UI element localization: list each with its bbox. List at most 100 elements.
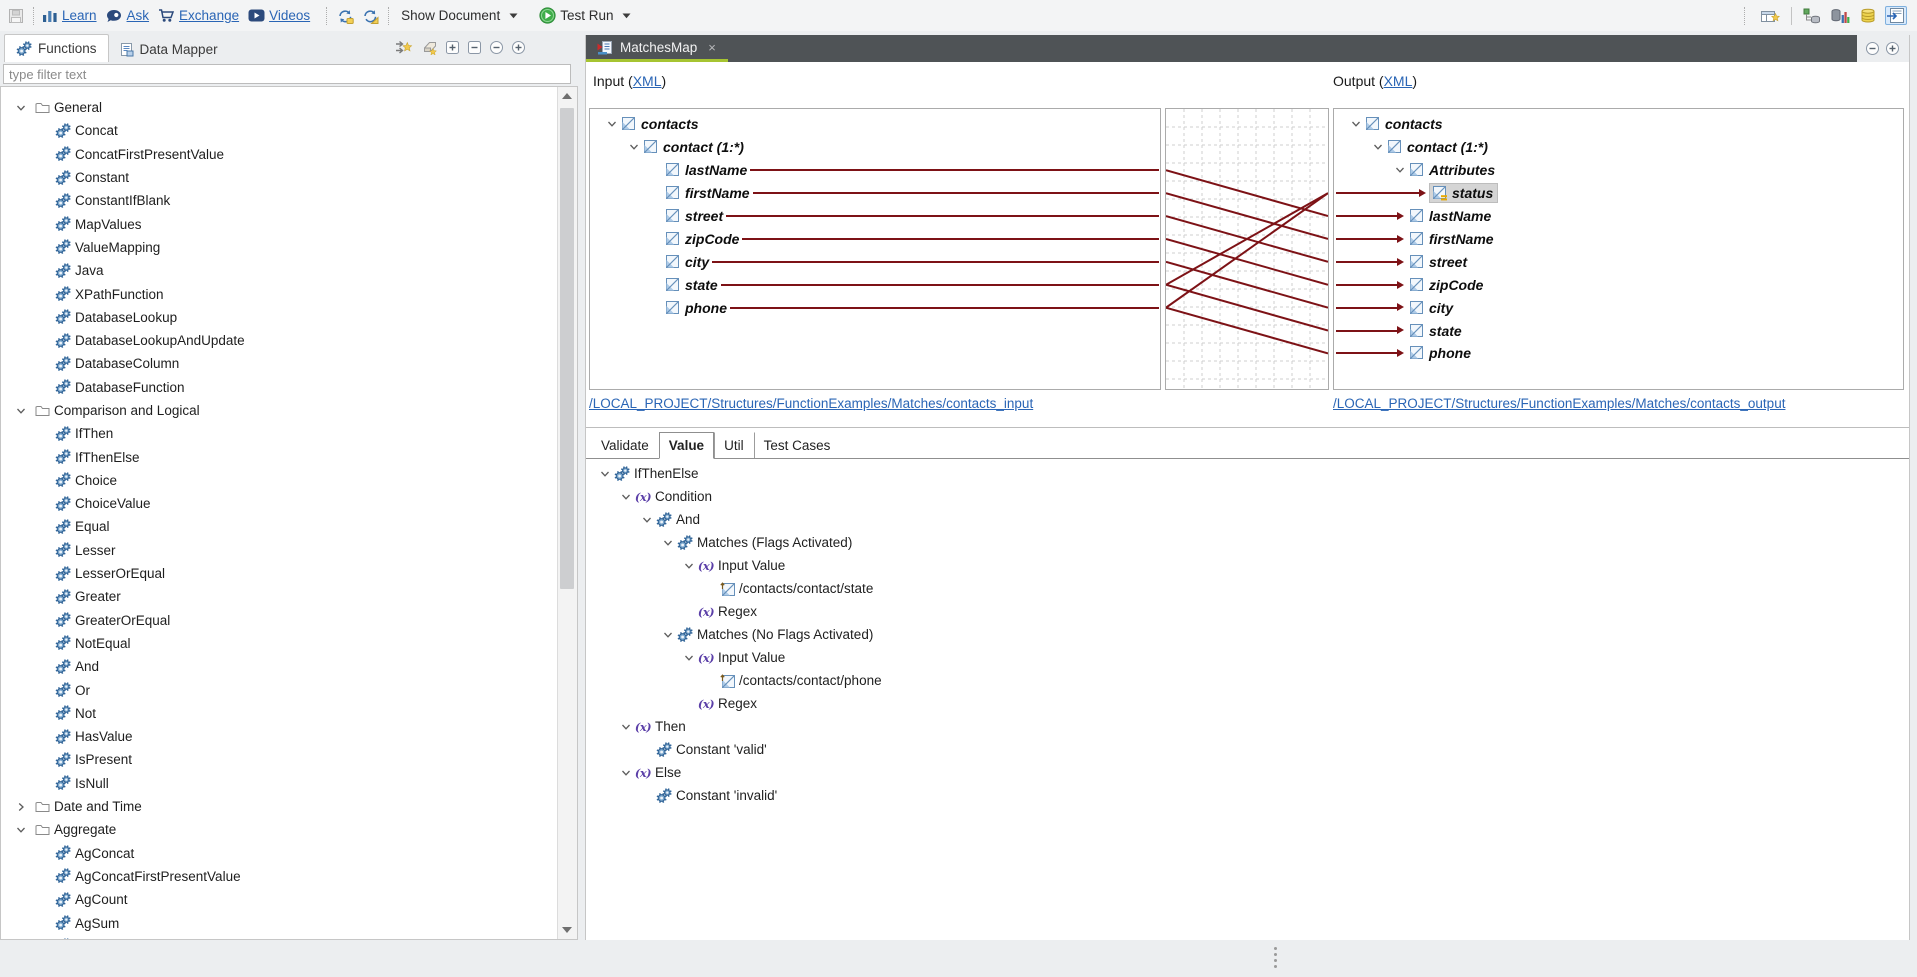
tree-row-ifthenelse[interactable]: IfThenElse <box>1 445 577 468</box>
ask-link-label[interactable]: Ask <box>127 8 150 23</box>
clear-icon[interactable] <box>420 40 438 55</box>
output-structure-link[interactable]: /LOCAL_PROJECT/Structures/FunctionExampl… <box>1333 396 1785 411</box>
tree-row-databasefunction[interactable]: DatabaseFunction <box>1 376 577 399</box>
tree-row-state[interactable]: state <box>1335 319 1902 342</box>
tree-row-lesser[interactable]: Lesser <box>1 539 577 562</box>
tree-row-constant-valid-[interactable]: Constant 'valid' <box>586 738 1909 761</box>
tree-row-agconcat[interactable]: AgConcat <box>1 842 577 865</box>
tree-row-city[interactable]: city <box>1335 296 1902 319</box>
tree-row-notequal[interactable]: NotEqual <box>1 632 577 655</box>
tree-row-phone[interactable]: phone <box>1335 342 1902 365</box>
tree-row-lastname[interactable]: lastName <box>591 159 1159 182</box>
chevron-down-icon[interactable] <box>1347 119 1364 129</box>
editor-tab-matchesmap[interactable]: MatchesMap × <box>586 35 727 59</box>
tree-row-java[interactable]: Java <box>1 259 577 282</box>
tree-row-comparison-and-logical[interactable]: Comparison and Logical <box>1 399 577 422</box>
chevron-down-icon[interactable] <box>596 469 613 479</box>
tree-row--contacts-contact-phone[interactable]: /contacts/contact/phone <box>586 669 1909 692</box>
tree-row-and[interactable]: And <box>1 655 577 678</box>
chevron-down-icon[interactable] <box>617 722 634 732</box>
scroll-down-icon[interactable] <box>562 927 572 933</box>
tree-database-icon[interactable] <box>1801 6 1823 26</box>
tree-row-regex[interactable]: (x)Regex <box>586 600 1909 623</box>
minimize-view-icon[interactable] <box>1865 41 1880 56</box>
tree-row-input-value[interactable]: (x)Input Value <box>586 554 1909 577</box>
tree-row-lesserorequal[interactable]: LesserOrEqual <box>1 562 577 585</box>
tree-row-ifthenelse[interactable]: IfThenElse <box>586 462 1909 485</box>
chevron-down-icon[interactable] <box>9 825 33 835</box>
mapping-lines-canvas[interactable] <box>1165 108 1329 390</box>
tree-row-contacts[interactable]: contacts <box>591 113 1159 136</box>
tree-row-lastname[interactable]: lastName <box>1335 205 1902 228</box>
tree-row-greater[interactable]: Greater <box>1 585 577 608</box>
tab-util[interactable]: Util <box>714 432 754 458</box>
chevron-down-icon[interactable] <box>638 515 655 525</box>
tree-row-concatfirstpresentvalue[interactable]: ConcatFirstPresentValue <box>1 143 577 166</box>
tree-row-ispresent[interactable]: IsPresent <box>1 748 577 771</box>
tree-row-not[interactable]: Not <box>1 702 577 725</box>
tree-row-contact-1-[interactable]: contact (1:*) <box>1335 136 1902 159</box>
chevron-down-icon[interactable] <box>1369 142 1386 152</box>
sync-project-icon[interactable] <box>335 6 356 26</box>
tree-row-date-and-time[interactable]: Date and Time <box>1 795 577 818</box>
maximize-view-icon[interactable] <box>511 40 526 55</box>
sync-all-icon[interactable] <box>360 6 381 26</box>
chevron-down-icon[interactable] <box>1391 165 1408 175</box>
scrollbar-thumb[interactable] <box>560 108 574 589</box>
tree-row-and[interactable]: And <box>586 508 1909 531</box>
scroll-up-icon[interactable] <box>562 93 572 99</box>
tree-row-contacts[interactable]: contacts <box>1335 113 1902 136</box>
expand-all-icon[interactable] <box>445 40 460 55</box>
chevron-down-icon[interactable] <box>625 142 642 152</box>
output-xml-link[interactable]: XML <box>1384 73 1413 89</box>
save-icon[interactable] <box>6 6 26 26</box>
exchange-link[interactable]: Exchange <box>158 8 239 23</box>
tree-row-aggregate[interactable]: Aggregate <box>1 818 577 841</box>
ask-link[interactable]: Ask <box>106 8 150 23</box>
tree-row-matches-no-flags-activated-[interactable]: Matches (No Flags Activated) <box>586 623 1909 646</box>
tree-row-zipcode[interactable]: zipCode <box>591 228 1159 251</box>
chevron-down-icon[interactable] <box>617 768 634 778</box>
chevron-down-icon[interactable] <box>9 103 33 113</box>
videos-link-label[interactable]: Videos <box>269 8 310 23</box>
database-star-icon[interactable] <box>1858 6 1879 26</box>
tree-row-matches-flags-activated-[interactable]: Matches (Flags Activated) <box>586 531 1909 554</box>
tree-row-phone[interactable]: phone <box>591 296 1159 319</box>
learn-link-label[interactable]: Learn <box>62 8 97 23</box>
tree-row-street[interactable]: street <box>591 205 1159 228</box>
tree-row-choice[interactable]: Choice <box>1 469 577 492</box>
chevron-down-icon[interactable] <box>9 406 33 416</box>
tree-row-agcount[interactable]: AgCount <box>1 888 577 911</box>
tree-row-status[interactable]: status <box>1335 182 1902 205</box>
close-icon[interactable]: × <box>708 40 716 55</box>
tree-row-agconcatfirstpresentvalue[interactable]: AgConcatFirstPresentValue <box>1 865 577 888</box>
tree-row-ifthen[interactable]: IfThen <box>1 422 577 445</box>
database-chart-icon[interactable] <box>1829 6 1852 26</box>
tree-row-input-value[interactable]: (x)Input Value <box>586 646 1909 669</box>
tree-row-valuemapping[interactable]: ValueMapping <box>1 236 577 259</box>
tab-value[interactable]: Value <box>659 432 714 459</box>
tree-row-choicevalue[interactable]: ChoiceValue <box>1 492 577 515</box>
tree-row-mapvalues[interactable]: MapValues <box>1 212 577 235</box>
maximize-view-icon[interactable] <box>1885 41 1900 56</box>
tree-row-attributes[interactable]: Attributes <box>1335 159 1902 182</box>
tree-row-regex[interactable]: (x)Regex <box>586 692 1909 715</box>
chevron-down-icon[interactable] <box>659 630 676 640</box>
tree-row-equal[interactable]: Equal <box>1 515 577 538</box>
tree-row-contact-1-[interactable]: contact (1:*) <box>591 136 1159 159</box>
tree-row-condition[interactable]: (x)Condition <box>586 485 1909 508</box>
chevron-down-icon[interactable] <box>659 538 676 548</box>
tree-row-databasecolumn[interactable]: DatabaseColumn <box>1 352 577 375</box>
tree-row-else[interactable]: (x)Else <box>586 761 1909 784</box>
chevron-down-icon[interactable] <box>680 653 697 663</box>
input-structure-link[interactable]: /LOCAL_PROJECT/Structures/FunctionExampl… <box>589 396 1033 411</box>
collapse-all-icon[interactable] <box>467 40 482 55</box>
exchange-link-label[interactable]: Exchange <box>179 8 239 23</box>
filter-input[interactable] <box>3 64 571 84</box>
mapping-perspective-icon[interactable] <box>1885 6 1907 25</box>
tree-row-concat[interactable]: Concat <box>1 119 577 142</box>
chevron-right-icon[interactable] <box>9 802 33 812</box>
input-xml-link[interactable]: XML <box>633 73 662 89</box>
tree-row--contacts-contact-state[interactable]: /contacts/contact/state <box>586 577 1909 600</box>
tree-row-hasvalue[interactable]: HasValue <box>1 725 577 748</box>
